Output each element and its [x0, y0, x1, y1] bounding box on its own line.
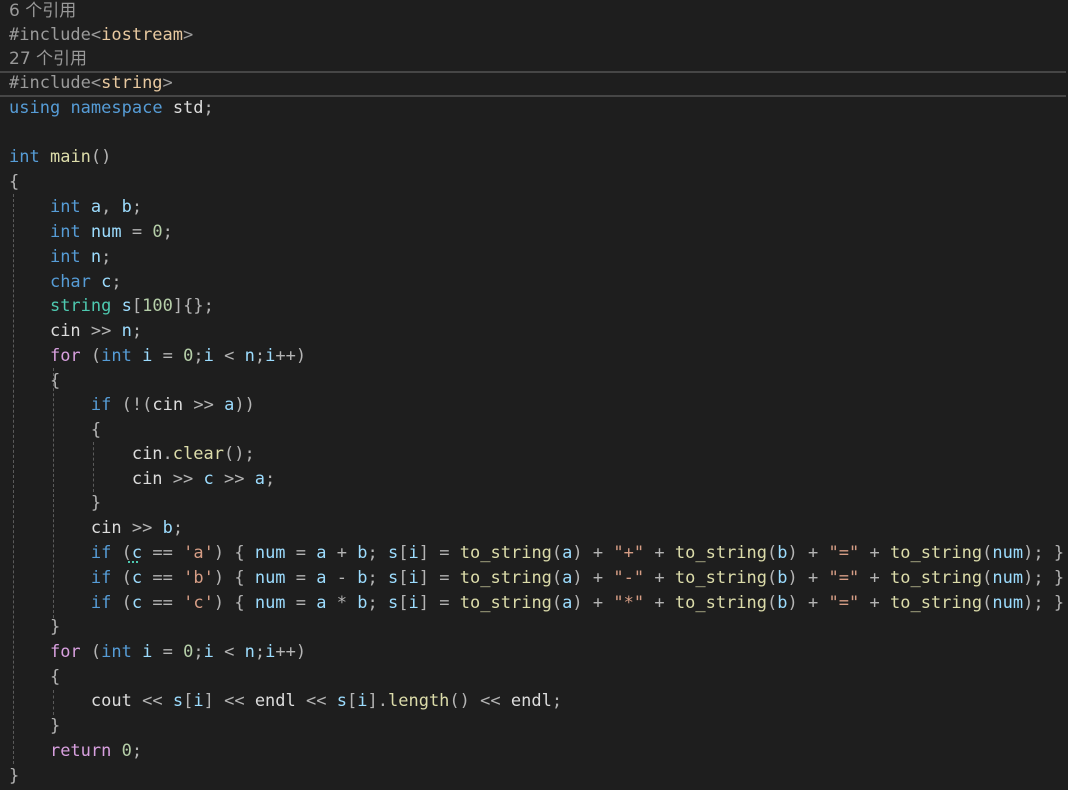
code-line-21[interactable]: if (c == 'a') { num = a + b; s[i] = to_s… [9, 541, 1064, 566]
code-line-11[interactable]: string s[100]{}; [9, 294, 214, 319]
code-line-17[interactable]: cin.clear(); [9, 442, 255, 467]
code-line-23[interactable]: if (c == 'c') { num = a * b; s[i] = to_s… [9, 591, 1064, 616]
code-line-8[interactable]: int num = 0; [9, 220, 173, 245]
code-line-20[interactable]: cin >> b; [9, 516, 183, 541]
code-line-30[interactable]: } [9, 764, 19, 789]
code-line-14[interactable]: { [9, 369, 60, 394]
code-line-10[interactable]: char c; [9, 270, 122, 295]
code-line-27[interactable]: cout << s[i] << endl << s[i].length() <<… [9, 689, 562, 714]
code-line-5[interactable]: int main() [9, 145, 111, 170]
code-editor[interactable]: 6 个引用 27 个引用 #include<iostream> #include<… [0, 0, 1068, 790]
code-line-12[interactable]: cin >> n; [9, 319, 142, 344]
code-line-29[interactable]: return 0; [9, 739, 142, 764]
code-line-26[interactable]: { [9, 665, 60, 690]
code-line-15[interactable]: if (!(cin >> a)) [9, 393, 255, 418]
code-line-13[interactable]: for (int i = 0;i < n;i++) [9, 344, 306, 369]
code-line-1[interactable]: #include<iostream> [9, 23, 193, 48]
code-line-18[interactable]: cin >> c >> a; [9, 467, 275, 492]
code-line-25[interactable]: for (int i = 0;i < n;i++) [9, 640, 306, 665]
code-line-28[interactable]: } [9, 714, 60, 739]
code-line-22[interactable]: if (c == 'b') { num = a - b; s[i] = to_s… [9, 566, 1064, 591]
code-line-24[interactable]: } [9, 615, 60, 640]
codelens-references-string[interactable]: 27 个引用 [9, 47, 87, 72]
code-line-19[interactable]: } [9, 491, 101, 516]
code-line-6[interactable]: { [9, 170, 19, 195]
code-line-9[interactable]: int n; [9, 245, 111, 270]
codelens-references-iostream[interactable]: 6 个引用 [9, 0, 76, 24]
code-line-16[interactable]: { [9, 418, 101, 443]
code-line-2[interactable]: #include<string> [9, 71, 173, 96]
code-line-3[interactable]: using namespace std; [9, 96, 214, 121]
code-line-7[interactable]: int a, b; [9, 195, 142, 220]
